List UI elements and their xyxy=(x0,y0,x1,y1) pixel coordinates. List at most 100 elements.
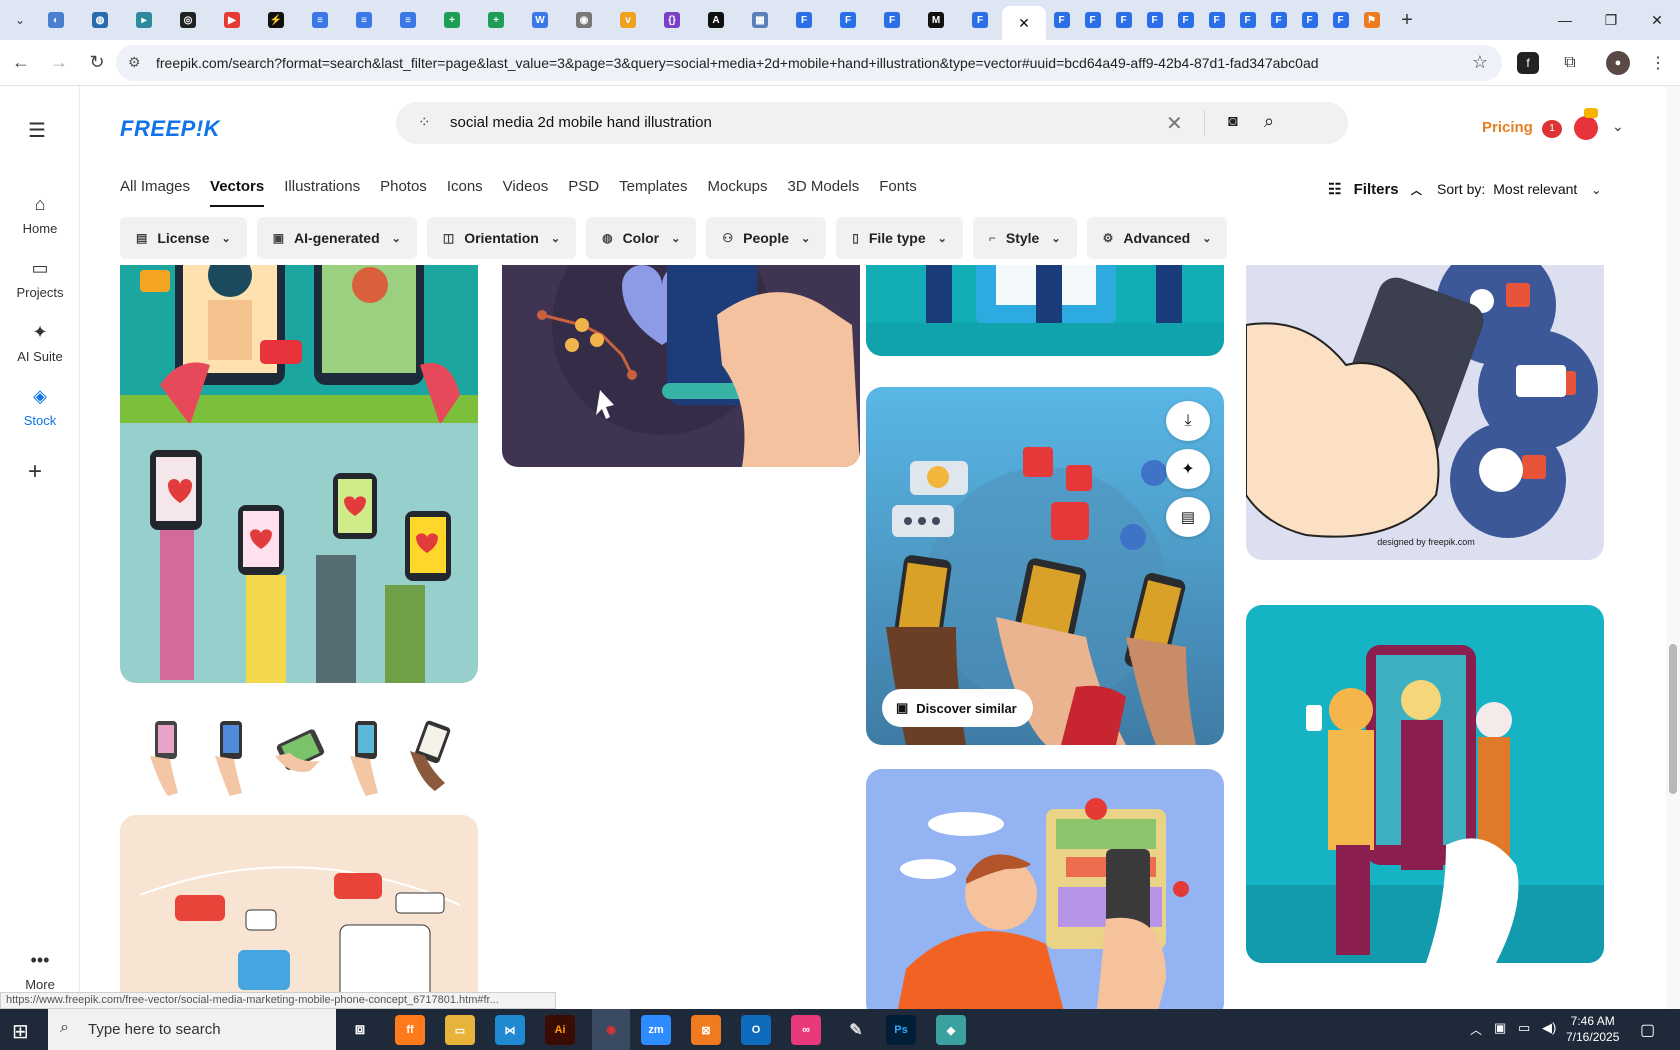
browser-tab[interactable]: {} xyxy=(650,4,694,36)
browser-tab[interactable]: ▶ xyxy=(210,4,254,36)
chip-advanced[interactable]: ⚙ Advanced ⌄ xyxy=(1086,217,1228,259)
notifications-icon[interactable]: ▢ xyxy=(1640,1020,1655,1040)
browser-tab[interactable]: F xyxy=(782,4,826,36)
result-card[interactable] xyxy=(120,815,478,1009)
browser-tab[interactable]: F xyxy=(826,4,870,36)
browser-tab[interactable]: F xyxy=(1108,4,1139,36)
scrollbar-thumb[interactable] xyxy=(1669,644,1677,794)
result-card[interactable] xyxy=(866,265,1224,356)
chip-ai-generated[interactable]: ▣ AI-generated ⌄ xyxy=(256,217,417,259)
tab-all-images[interactable]: All Images xyxy=(120,178,190,207)
illustrator-icon[interactable]: Ai xyxy=(545,1015,575,1045)
volume-icon[interactable]: ◀) xyxy=(1542,1020,1556,1036)
freepik-logo[interactable]: FREEP!K xyxy=(120,116,220,142)
result-card[interactable] xyxy=(866,769,1224,1009)
search-bar[interactable]: ⁘ social media 2d mobile hand illustrati… xyxy=(396,102,1348,144)
page-scrollbar[interactable] xyxy=(1666,86,1680,1009)
chip-people[interactable]: ⚇ People ⌄ xyxy=(706,217,827,259)
restore-icon[interactable]: ❐ xyxy=(1588,0,1634,40)
network-icon[interactable]: ▭ xyxy=(1518,1020,1530,1036)
browser-tab[interactable]: W xyxy=(518,4,562,36)
tray-chevron-up-icon[interactable]: ︿ xyxy=(1470,1021,1482,1038)
url-bar[interactable]: ⚙ freepik.com/search?format=search&last_… xyxy=(116,45,1502,81)
browser-tab[interactable]: ≡ xyxy=(298,4,342,36)
xampp-icon[interactable]: ⊠ xyxy=(691,1015,721,1045)
close-tab-icon[interactable]: ✕ xyxy=(1018,15,1030,32)
browser-tab[interactable]: M xyxy=(914,4,958,36)
browser-tab[interactable]: F xyxy=(1325,4,1356,36)
filters-toggle[interactable]: ☷ Filters ︿ xyxy=(1328,180,1422,198)
account-chevron-down-icon[interactable]: ⌄ xyxy=(1612,118,1624,135)
rail-ai-suite[interactable]: ✦ AI Suite xyxy=(0,322,80,364)
browser-tab[interactable]: v xyxy=(606,4,650,36)
browser-tab[interactable]: ▸ xyxy=(122,4,166,36)
browser-tab[interactable]: ◎ xyxy=(166,4,210,36)
browser-tab[interactable]: ⚡ xyxy=(254,4,298,36)
browser-tab[interactable]: F xyxy=(870,4,914,36)
windows-start-icon[interactable]: ⊞ xyxy=(12,1019,29,1044)
browser-tab[interactable]: ◉ xyxy=(562,4,606,36)
tray-app-icon[interactable]: ▣ xyxy=(1494,1020,1506,1036)
extension-icon[interactable]: f xyxy=(1517,52,1539,74)
browser-tab[interactable]: F xyxy=(1077,4,1108,36)
chip-style[interactable]: ⌐ Style ⌄ xyxy=(972,217,1077,259)
app-icon[interactable]: ◆ xyxy=(936,1015,966,1045)
download-icon[interactable]: ⤓ xyxy=(1166,401,1210,441)
pen-tool-icon[interactable]: ✎ xyxy=(841,1015,871,1045)
browser-tab[interactable]: F xyxy=(1170,4,1201,36)
chip-license[interactable]: ▤ License ⌄ xyxy=(120,217,247,259)
save-to-collection-icon[interactable]: ▤ xyxy=(1166,497,1210,537)
browser-tab[interactable]: F xyxy=(1263,4,1294,36)
window-close-icon[interactable]: ✕ xyxy=(1634,0,1680,40)
puzzle-extensions-icon[interactable]: ⧉ xyxy=(1556,49,1584,77)
creative-cloud-icon[interactable]: ∞ xyxy=(791,1015,821,1045)
rail-home[interactable]: ⌂ Home xyxy=(0,194,80,236)
result-card[interactable] xyxy=(120,701,478,821)
browser-tab[interactable]: ◍ xyxy=(78,4,122,36)
tab-3d-models[interactable]: 3D Models xyxy=(788,178,860,207)
zoom-icon[interactable]: zm xyxy=(641,1015,671,1045)
browser-tab[interactable]: ≡ xyxy=(386,4,430,36)
chrome-icon[interactable]: ◉ xyxy=(592,1009,630,1050)
minimize-icon[interactable]: — xyxy=(1542,0,1588,40)
ai-search-icon[interactable]: ⁘ xyxy=(418,113,431,131)
search-input[interactable]: social media 2d mobile hand illustration xyxy=(450,114,712,131)
browser-tab[interactable]: A xyxy=(694,4,738,36)
tab-search-chevron-icon[interactable]: ⌄ xyxy=(6,6,34,34)
result-card[interactable] xyxy=(502,265,860,467)
ai-edit-sparkle-icon[interactable]: ✦ xyxy=(1166,449,1210,489)
result-card[interactable] xyxy=(1246,605,1604,963)
tab-illustrations[interactable]: Illustrations xyxy=(284,178,360,207)
search-icon[interactable]: ⌕ xyxy=(1264,111,1274,132)
firefox-icon[interactable]: ff xyxy=(395,1015,425,1045)
browser-menu-icon[interactable]: ⋮ xyxy=(1644,49,1672,77)
rail-more[interactable]: ••• More xyxy=(0,950,80,992)
rail-projects[interactable]: ▭ Projects xyxy=(0,258,80,300)
browser-tab[interactable]: F xyxy=(1232,4,1263,36)
add-icon[interactable]: + xyxy=(28,458,42,486)
file-explorer-icon[interactable]: ▭ xyxy=(445,1015,475,1045)
tab-psd[interactable]: PSD xyxy=(568,178,599,207)
chip-color[interactable]: ◍ Color ⌄ xyxy=(586,217,697,259)
result-card-hovered[interactable]: ⤓ ✦ ▤ ▣ Discover similar xyxy=(866,387,1224,745)
browser-tab-active[interactable]: ✕ xyxy=(1002,6,1046,40)
tab-fonts[interactable]: Fonts xyxy=(879,178,917,207)
new-tab-plus-icon[interactable]: + xyxy=(1393,6,1421,34)
browser-tab[interactable]: ≡ xyxy=(342,4,386,36)
browser-tab[interactable]: F xyxy=(1201,4,1232,36)
tab-templates[interactable]: Templates xyxy=(619,178,687,207)
tab-photos[interactable]: Photos xyxy=(380,178,427,207)
camera-search-icon[interactable]: ◙ xyxy=(1228,113,1238,131)
back-arrow-icon[interactable]: ← xyxy=(4,46,38,80)
vscode-icon[interactable]: ⋈ xyxy=(495,1015,525,1045)
taskbar-clock[interactable]: 7:46 AM 7/16/2025 xyxy=(1566,1013,1619,1045)
hamburger-menu-icon[interactable]: ☰ xyxy=(28,118,46,143)
browser-tab[interactable]: F xyxy=(958,4,1002,36)
tab-mockups[interactable]: Mockups xyxy=(707,178,767,207)
browser-tab[interactable]: ▦ xyxy=(738,4,782,36)
task-view-icon[interactable]: ⧈ xyxy=(345,1015,375,1045)
rail-stock[interactable]: ◈ Stock xyxy=(0,386,80,428)
notification-badge[interactable]: 1 xyxy=(1542,120,1562,138)
taskbar-search[interactable]: ⌕ Type here to search xyxy=(48,1009,336,1050)
pricing-link[interactable]: Pricing xyxy=(1482,119,1533,136)
